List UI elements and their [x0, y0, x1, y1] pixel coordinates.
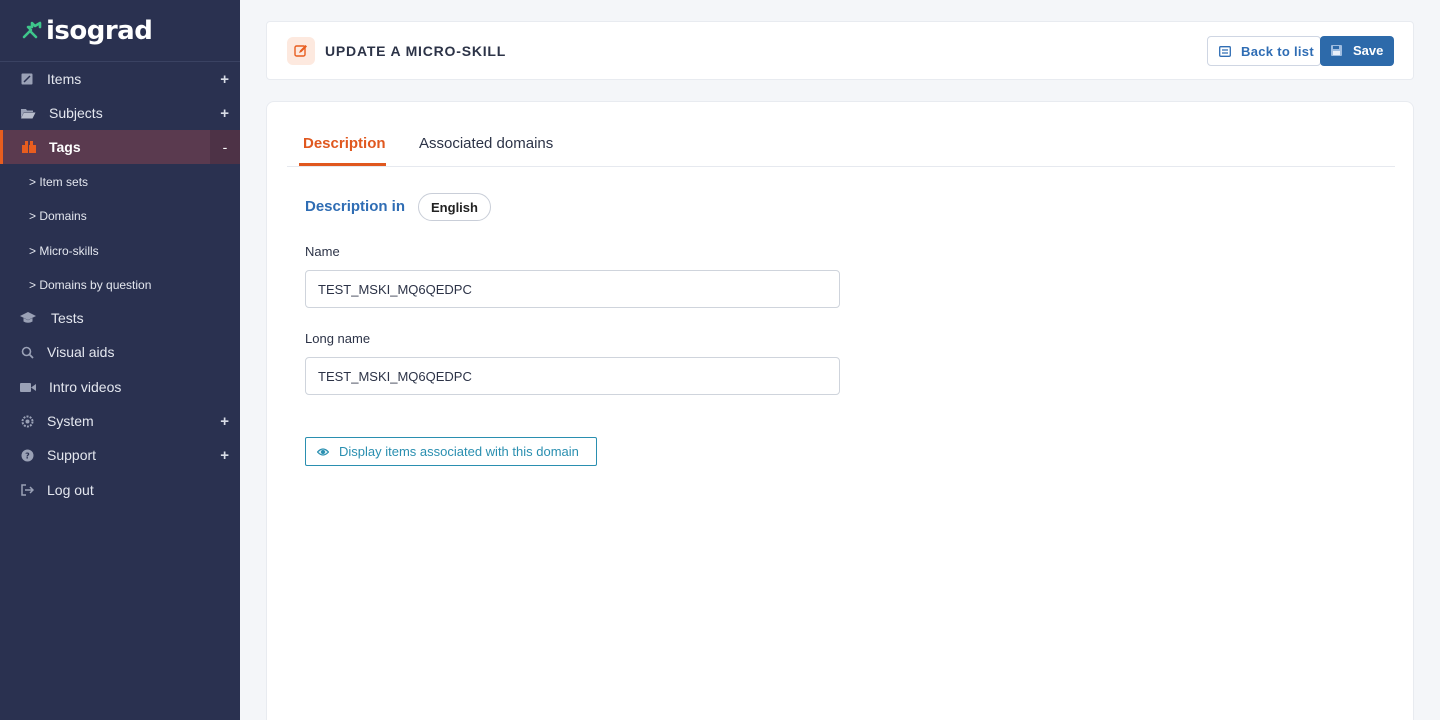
magnifier-icon: [20, 345, 34, 359]
back-to-list-label: Back to list: [1241, 44, 1314, 59]
eye-icon: [317, 448, 329, 456]
sidebar-item-label: Log out: [47, 482, 94, 498]
long-name-input[interactable]: [305, 357, 840, 395]
sidebar-item-support[interactable]: ? Support +: [0, 438, 240, 472]
sidebar-item-label: System: [47, 413, 94, 429]
back-to-list-button[interactable]: Back to list: [1207, 36, 1321, 66]
collapse-icon[interactable]: -: [210, 130, 240, 164]
tab-associated-domains[interactable]: Associated domains: [419, 135, 553, 152]
page-title: UPDATE A MICRO-SKILL: [325, 43, 507, 59]
sidebar-item-label: Tests: [51, 310, 84, 326]
logo[interactable]: isograd: [22, 16, 153, 46]
sidebar-item-label: Tags: [49, 139, 81, 155]
expand-icon[interactable]: +: [220, 105, 229, 122]
sidebar-item-subjects[interactable]: Subjects +: [0, 96, 240, 130]
sidebar-subitem-item-sets[interactable]: > Item sets: [29, 175, 88, 189]
tabs-divider: [287, 166, 1395, 167]
tab-description[interactable]: Description: [303, 135, 386, 152]
list-icon: [1219, 46, 1231, 57]
sidebar-item-items[interactable]: Items +: [0, 62, 240, 96]
svg-text:?: ?: [25, 451, 30, 460]
sidebar-item-label: Visual aids: [47, 344, 115, 360]
brand-name: isograd: [46, 16, 153, 46]
expand-icon[interactable]: +: [220, 413, 229, 430]
sidebar-item-intro-videos[interactable]: Intro videos: [0, 370, 240, 404]
sidebar: isograd Items + Subjects + Tags - > Item…: [0, 0, 240, 720]
sidebar-item-label: Support: [47, 447, 97, 463]
display-associated-items-button[interactable]: Display items associated with this domai…: [305, 437, 597, 466]
sidebar-item-tags[interactable]: Tags -: [0, 130, 240, 164]
sidebar-item-log-out[interactable]: Log out: [0, 473, 240, 507]
display-associated-items-label: Display items associated with this domai…: [339, 444, 579, 459]
sidebar-item-tests[interactable]: Tests: [0, 301, 240, 335]
sidebar-subitem-micro-skills[interactable]: > Micro-skills: [29, 244, 99, 258]
sidebar-subitem-domains-by-question[interactable]: > Domains by question: [29, 278, 151, 292]
folder-open-icon: [20, 106, 36, 120]
pencil-square-icon: [20, 72, 34, 86]
name-label: Name: [305, 244, 340, 259]
save-button[interactable]: Save: [1320, 36, 1394, 66]
question-circle-icon: ?: [20, 448, 34, 462]
isograd-logo-icon: [22, 21, 42, 39]
video-camera-icon: [20, 380, 36, 394]
sidebar-item-label: Items: [47, 71, 82, 87]
expand-icon[interactable]: +: [220, 447, 229, 464]
gear-icon: [20, 414, 34, 428]
name-input[interactable]: [305, 270, 840, 308]
expand-icon[interactable]: +: [220, 71, 229, 88]
tags-icon: [22, 140, 36, 154]
page-header: UPDATE A MICRO-SKILL Back to list Save: [266, 21, 1414, 80]
sidebar-subitem-domains[interactable]: > Domains: [29, 209, 87, 223]
edit-icon: [287, 37, 315, 65]
sidebar-item-label: Subjects: [49, 105, 103, 121]
main-panel: Description Associated domains Descripti…: [266, 101, 1414, 720]
sidebar-item-system[interactable]: System +: [0, 404, 240, 438]
long-name-label: Long name: [305, 331, 371, 346]
sidebar-item-label: Intro videos: [49, 379, 122, 395]
save-label: Save: [1353, 43, 1384, 58]
language-selector[interactable]: English: [418, 193, 491, 221]
sidebar-item-visual-aids[interactable]: Visual aids: [0, 335, 240, 369]
graduation-cap-icon: [20, 311, 36, 325]
floppy-disk-icon: [1331, 45, 1342, 56]
sign-out-icon: [20, 483, 34, 497]
description-language-heading: Description in: [305, 198, 406, 215]
